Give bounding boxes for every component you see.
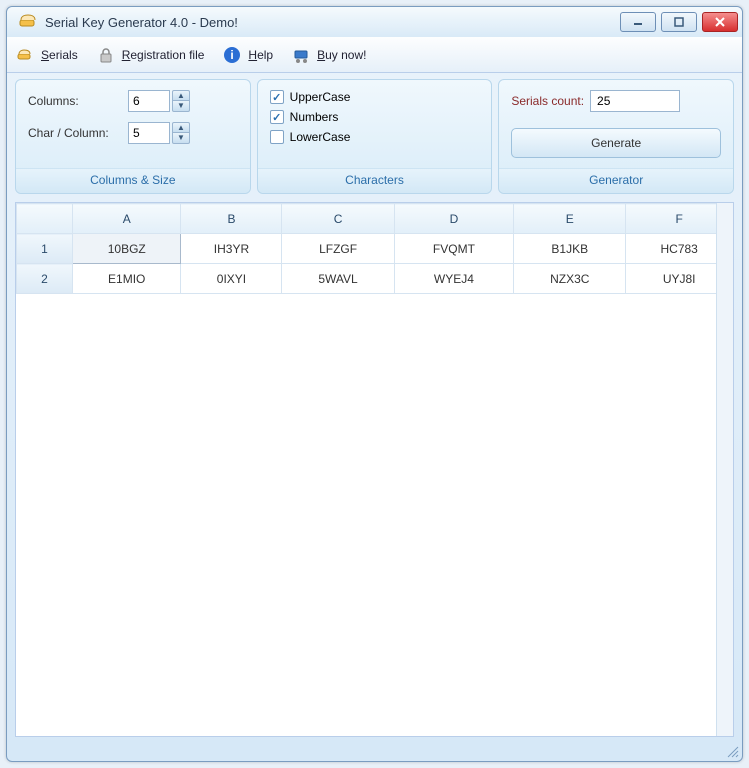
resize-grip-icon[interactable] xyxy=(725,744,739,758)
col-header[interactable]: B xyxy=(181,204,282,234)
charcol-label: Char / Column: xyxy=(28,126,128,140)
maximize-button[interactable] xyxy=(661,12,697,32)
charcol-spin-up[interactable]: ▲ xyxy=(172,122,190,133)
title-bar[interactable]: Serial Key Generator 4.0 - Demo! xyxy=(7,7,742,37)
cell[interactable]: NZX3C xyxy=(514,264,626,294)
serials-grid[interactable]: A B C D E F 1 10BGZ IH3YR LFZGF FVQMT B1… xyxy=(16,203,733,294)
numbers-label: Numbers xyxy=(290,110,339,124)
close-button[interactable] xyxy=(702,12,738,32)
table-row[interactable]: 1 10BGZ IH3YR LFZGF FVQMT B1JKB HC783 xyxy=(17,234,733,264)
row-header[interactable]: 2 xyxy=(17,264,73,294)
columns-label: Columns: xyxy=(28,94,128,108)
numbers-checkbox[interactable]: Numbers xyxy=(270,110,480,124)
columns-size-panel: Columns: ▲ ▼ Char / Column: ▲ xyxy=(15,79,251,194)
vertical-scrollbar[interactable] xyxy=(716,203,733,736)
col-header[interactable]: E xyxy=(514,204,626,234)
uppercase-checkbox[interactable]: UpperCase xyxy=(270,90,480,104)
row-header[interactable]: 1 xyxy=(17,234,73,264)
minimize-button[interactable] xyxy=(620,12,656,32)
col-header[interactable]: A xyxy=(73,204,181,234)
cell[interactable]: 0IXYI xyxy=(181,264,282,294)
grid-corner xyxy=(17,204,73,234)
serials-count-label: Serials count: xyxy=(511,94,584,108)
lock-icon xyxy=(96,45,116,65)
generator-panel: Serials count: Generate Generator xyxy=(498,79,734,194)
serials-menu[interactable]: Serials xyxy=(15,45,78,65)
lowercase-checkbox[interactable]: LowerCase xyxy=(270,130,480,144)
lowercase-label: LowerCase xyxy=(290,130,351,144)
regfile-menu-label: Registration file xyxy=(122,48,205,62)
cell[interactable]: FVQMT xyxy=(394,234,514,264)
cart-icon xyxy=(291,45,311,65)
characters-panel: UpperCase Numbers LowerCase Characters xyxy=(257,79,493,194)
application-window: Serial Key Generator 4.0 - Demo! Serials… xyxy=(6,6,743,762)
app-icon xyxy=(17,11,39,33)
cell[interactable]: 5WAVL xyxy=(282,264,394,294)
cell[interactable]: WYEJ4 xyxy=(394,264,514,294)
columns-input[interactable] xyxy=(128,90,170,112)
window-controls xyxy=(620,12,738,32)
cell[interactable]: 10BGZ xyxy=(73,234,181,264)
regfile-menu[interactable]: Registration file xyxy=(96,45,205,65)
serials-menu-label: Serials xyxy=(41,48,78,62)
generate-button[interactable]: Generate xyxy=(511,128,721,158)
col-header[interactable]: D xyxy=(394,204,514,234)
colsize-footer: Columns & Size xyxy=(16,168,250,193)
serials-grid-container: A B C D E F 1 10BGZ IH3YR LFZGF FVQMT B1… xyxy=(15,202,734,737)
cell[interactable]: B1JKB xyxy=(514,234,626,264)
gen-footer: Generator xyxy=(499,168,733,193)
table-row[interactable]: 2 E1MIO 0IXYI 5WAVL WYEJ4 NZX3C UYJ8I xyxy=(17,264,733,294)
buynow-menu[interactable]: Buy now! xyxy=(291,45,366,65)
cell[interactable]: IH3YR xyxy=(181,234,282,264)
cell[interactable]: E1MIO xyxy=(73,264,181,294)
buynow-menu-label: Buy now! xyxy=(317,48,366,62)
info-icon: i xyxy=(222,45,242,65)
help-menu[interactable]: i Help xyxy=(222,45,273,65)
col-header[interactable]: C xyxy=(282,204,394,234)
help-menu-label: Help xyxy=(248,48,273,62)
serials-count-input[interactable] xyxy=(590,90,680,112)
charcol-input[interactable] xyxy=(128,122,170,144)
window-title: Serial Key Generator 4.0 - Demo! xyxy=(45,15,620,30)
columns-spin-up[interactable]: ▲ xyxy=(172,90,190,101)
cell[interactable]: LFZGF xyxy=(282,234,394,264)
chars-footer: Characters xyxy=(258,168,492,193)
serials-icon xyxy=(15,45,35,65)
svg-text:i: i xyxy=(231,48,234,62)
checkbox-icon xyxy=(270,110,284,124)
uppercase-label: UpperCase xyxy=(290,90,351,104)
checkbox-icon xyxy=(270,90,284,104)
main-toolbar: Serials Registration file i Help Buy now… xyxy=(7,37,742,73)
settings-panels: Columns: ▲ ▼ Char / Column: ▲ xyxy=(7,73,742,198)
checkbox-icon xyxy=(270,130,284,144)
charcol-spin-down[interactable]: ▼ xyxy=(172,133,190,144)
columns-spin-down[interactable]: ▼ xyxy=(172,101,190,112)
